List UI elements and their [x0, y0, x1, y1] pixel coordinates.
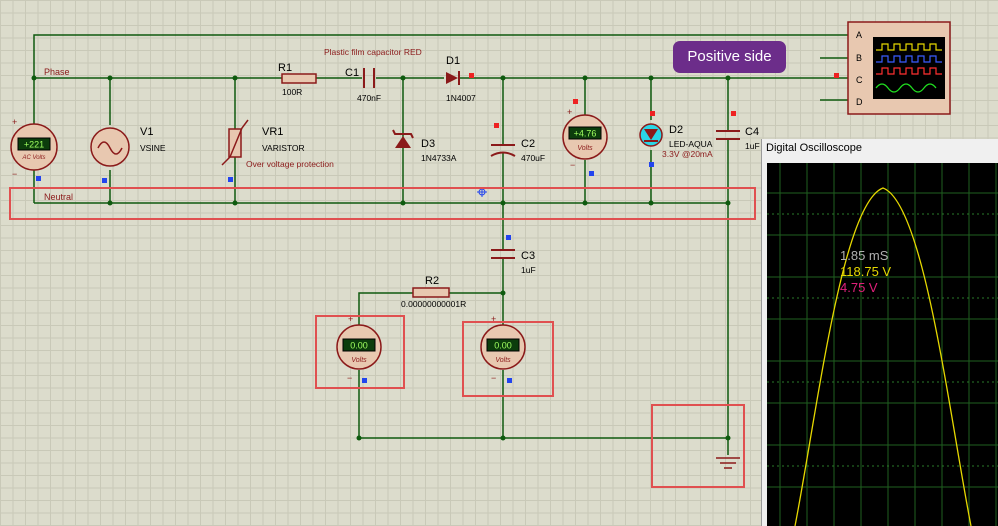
c1-ref: C1 [345, 67, 359, 79]
r2-resistor[interactable]: R2 0.00000000001R [401, 275, 466, 309]
scope-channel-b: B [856, 53, 862, 63]
dc-voltmeter-unit: Volts [577, 145, 593, 152]
scope-plot [767, 163, 998, 526]
scope-channel-d: D [856, 97, 863, 107]
scope-channel-c: C [856, 75, 863, 85]
highlight-ground [651, 404, 745, 488]
junction-dots [31, 75, 731, 441]
voltmeter-right-reading: 0.00 [494, 341, 512, 351]
vr1-ref: VR1 [262, 126, 283, 138]
c1-value: 470nF [357, 93, 381, 103]
voltmeter-left-unit: Volts [351, 357, 367, 364]
ac-voltmeter-unit: AC Volts [21, 155, 45, 161]
wire-r2 [358, 292, 503, 325]
minus-marker: − [570, 160, 575, 170]
c4-ref: C4 [745, 126, 759, 138]
c1-note: Plastic film capacitor RED [324, 47, 422, 57]
scope-readout-voltage-a: 118.75 V [840, 264, 892, 279]
vr1-varistor[interactable]: VR1 VARISTOR Over voltage protection [221, 119, 334, 182]
c3-value: 1uF [521, 265, 536, 275]
scope-readout-voltage-b: 4.75 V [840, 280, 878, 295]
d3-ref: D3 [421, 138, 435, 150]
scope-window-title: Digital Oscilloscope [766, 142, 862, 154]
d2-value: LED-AQUA [669, 139, 713, 149]
net-label-neutral: Neutral [44, 192, 73, 202]
digital-oscilloscope-window[interactable]: Digital Oscilloscope 1.85 mS 118.75 V 4.… [761, 139, 998, 526]
highlight-boxes [9, 187, 756, 488]
r1-resistor[interactable]: R1 100R [278, 62, 317, 97]
voltmeter-right-unit: Volts [495, 357, 511, 364]
d1-ref: D1 [446, 55, 460, 67]
scope-channel-a: A [856, 30, 862, 40]
dc-voltmeter-reading: +4.76 [574, 129, 597, 139]
minus-marker: − [347, 373, 352, 383]
net-label-phase: Phase [44, 67, 70, 77]
scope-trace-channel-a [794, 187, 972, 526]
d2-ref: D2 [669, 124, 683, 136]
ground-symbol[interactable] [716, 457, 740, 469]
c2-ref: C2 [521, 138, 535, 150]
v1-ref: V1 [140, 126, 153, 138]
vr1-note: Over voltage protection [246, 159, 334, 169]
minus-marker: − [491, 373, 496, 383]
wires [33, 34, 848, 455]
scope-screen[interactable]: 1.85 mS 118.75 V 4.75 V [767, 163, 998, 526]
r2-value: 0.00000000001R [401, 299, 466, 309]
c4-value: 1uF [745, 141, 760, 151]
d1-value: 1N4007 [446, 93, 476, 103]
scope-grid [767, 163, 998, 526]
c2-capacitor[interactable]: C2 470uF [490, 123, 545, 163]
c1-capacitor[interactable]: Plastic film capacitor RED C1 470nF [324, 47, 422, 103]
plus-marker: + [567, 107, 572, 117]
c3-ref: C3 [521, 250, 535, 262]
ac-voltmeter-reading: +221 [24, 140, 44, 150]
scope-readout-time: 1.85 mS [840, 248, 889, 263]
c3-capacitor[interactable]: C3 1uF [491, 235, 536, 275]
plus-marker: + [12, 117, 17, 127]
oscilloscope-instrument[interactable]: A B C D [834, 21, 951, 115]
positive-side-callout: Positive side [673, 41, 786, 73]
vr1-value: VARISTOR [262, 143, 305, 153]
r1-ref: R1 [278, 62, 292, 74]
voltmeter-left-reading: 0.00 [350, 341, 368, 351]
c4-capacitor[interactable]: C4 1uF [716, 111, 760, 151]
v1-sine-source[interactable]: V1 VSINE [90, 126, 166, 183]
r1-value: 100R [282, 87, 302, 97]
c2-value: 470uF [521, 153, 545, 163]
d1-diode[interactable]: D1 1N4007 [446, 55, 476, 103]
d3-value: 1N4733A [421, 153, 457, 163]
r2-ref: R2 [425, 275, 439, 287]
minus-marker: − [12, 169, 17, 179]
v1-value: VSINE [140, 143, 166, 153]
d2-note: 3.3V @20mA [662, 149, 713, 159]
